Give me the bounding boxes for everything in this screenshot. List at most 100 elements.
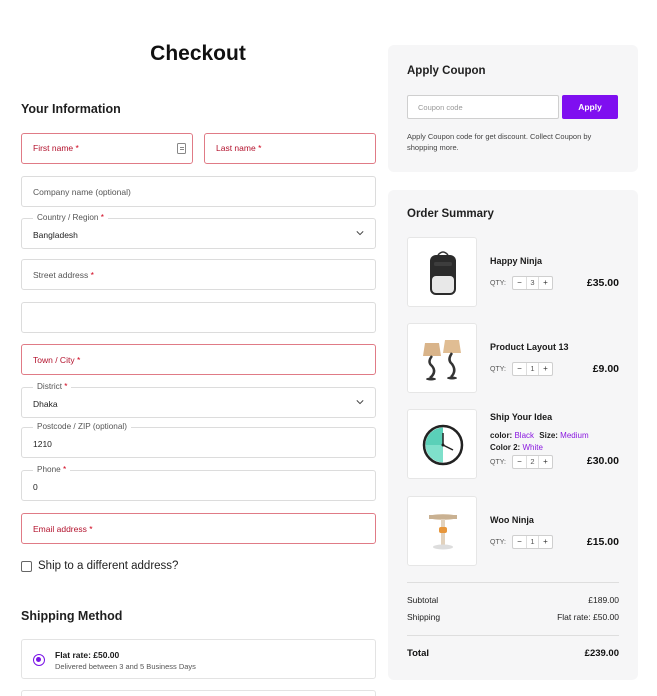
coupon-help-text: Apply Coupon code for get discount. Coll… [407,132,592,152]
order-summary-heading: Order Summary [407,208,494,220]
ship-different-checkbox[interactable] [21,560,32,572]
district-label: District * [33,382,72,391]
increase-button[interactable]: + [539,277,552,289]
qty-row: QTY: − 3 + [490,276,553,290]
option-color-value: Black [514,431,535,440]
item-price: £9.00 [592,363,619,375]
total-row: Total £239.00 [407,648,619,659]
email-field[interactable]: Email address * [21,513,376,544]
subtotal-label: Subtotal [407,595,439,605]
flat-rate-description: Delivered between 3 and 5 Business Days [55,662,196,671]
district-value: Dhaka [33,399,58,409]
quantity-value[interactable]: 2 [525,456,539,468]
shipping-method-heading: Shipping Method [21,609,123,623]
street-address-placeholder: Street address * [33,270,94,280]
decrease-button[interactable]: − [513,363,526,375]
item-name: Product Layout 13 [490,342,569,352]
apply-coupon-heading: Apply Coupon [407,65,486,77]
email-placeholder: Email address * [33,524,93,534]
chevron-down-icon [356,231,364,236]
contact-card-icon[interactable] [177,143,186,154]
decrease-button[interactable]: − [513,456,526,468]
decrease-button[interactable]: − [513,536,526,548]
quantity-stepper[interactable]: − 1 + [511,362,553,376]
shipping-option-flat-rate[interactable]: Flat rate: £50.00 Delivered between 3 an… [21,639,376,679]
apply-coupon-panel: Apply Coupon Coupon code Apply Apply Cou… [388,45,638,172]
order-item: Happy Ninja QTY: − 3 + £35.00 [407,237,619,307]
flat-rate-radio[interactable] [33,654,45,666]
first-name-placeholder: First name * [33,143,79,153]
company-name-field[interactable]: Company name (optional) [21,176,376,207]
quantity-stepper[interactable]: − 2 + [511,455,553,469]
option-size-label: Size: [539,431,558,440]
item-name: Woo Ninja [490,515,534,525]
ship-different-row[interactable]: Ship to a different address? [21,560,178,572]
quantity-value[interactable]: 1 [525,363,539,375]
option-color2-label: Color 2: [490,443,521,452]
last-name-placeholder: Last name * [216,143,262,153]
first-name-field[interactable]: First name * [21,133,193,164]
phone-field[interactable]: Phone * 0 [21,465,376,501]
qty-label: QTY: [490,538,506,546]
street-address-2-field[interactable] [21,302,376,333]
product-thumbnail[interactable] [407,409,477,479]
qty-row: QTY: − 1 + [490,362,553,376]
qty-label: QTY: [490,458,506,466]
shipping-value: Flat rate: £50.00 [557,612,619,622]
ship-different-label[interactable]: Ship to a different address? [38,560,178,572]
subtotal-value: £189.00 [588,595,619,605]
summary-divider [407,582,619,583]
coupon-code-input[interactable]: Coupon code [407,95,559,119]
product-thumbnail[interactable] [407,237,477,307]
summary-divider [407,635,619,636]
shipping-row: Shipping Flat rate: £50.00 [407,612,619,622]
quantity-stepper[interactable]: − 1 + [511,535,553,549]
flat-rate-name: Flat rate: £50.00 [55,650,120,660]
country-select[interactable]: Country / Region * Bangladesh [21,213,376,249]
decrease-button[interactable]: − [513,277,526,289]
street-address-field[interactable]: Street address * [21,259,376,290]
town-city-placeholder: Town / City * [33,355,81,365]
country-label: Country / Region * [33,213,108,222]
option-color2-value: White [522,443,543,452]
quantity-stepper[interactable]: − 3 + [511,276,553,290]
increase-button[interactable]: + [539,456,552,468]
total-label: Total [407,648,429,659]
qty-row: QTY: − 2 + [490,455,553,469]
item-price: £15.00 [586,536,619,548]
phone-value: 0 [33,482,38,492]
country-value: Bangladesh [33,230,78,240]
subtotal-row: Subtotal £189.00 [407,595,619,605]
increase-button[interactable]: + [539,536,552,548]
town-city-field[interactable]: Town / City * [21,344,376,375]
last-name-field[interactable]: Last name * [204,133,376,164]
phone-label: Phone * [33,465,71,474]
item-price: £30.00 [586,455,619,467]
item-name: Ship Your Idea [490,412,553,422]
coupon-code-placeholder: Coupon code [418,103,463,112]
backpack-icon [430,251,456,295]
product-thumbnail[interactable] [407,496,477,566]
district-select[interactable]: District * Dhaka [21,382,376,418]
item-options: color: Black Size: Medium Color 2: White [490,430,589,454]
qty-row: QTY: − 1 + [490,535,553,549]
postcode-value: 1210 [33,439,52,449]
side-table-icon [429,514,457,550]
lamps-icon [423,340,461,381]
increase-button[interactable]: + [539,363,552,375]
order-item: Woo Ninja QTY: − 1 + £15.00 [407,496,619,566]
option-size-value: Medium [560,431,589,440]
chevron-down-icon [356,400,364,405]
quantity-value[interactable]: 3 [525,277,539,289]
shipping-option-next[interactable] [21,690,376,696]
company-name-placeholder: Company name (optional) [33,187,131,197]
page-title: Checkout [150,42,246,65]
order-item: Ship Your Idea color: Black Size: Medium… [407,409,619,479]
postcode-field[interactable]: Postcode / ZIP (optional) 1210 [21,422,376,458]
qty-label: QTY: [490,365,506,373]
clock-icon [422,424,464,466]
product-thumbnail[interactable] [407,323,477,393]
qty-label: QTY: [490,279,506,287]
apply-coupon-button[interactable]: Apply [562,95,618,119]
quantity-value[interactable]: 1 [525,536,539,548]
